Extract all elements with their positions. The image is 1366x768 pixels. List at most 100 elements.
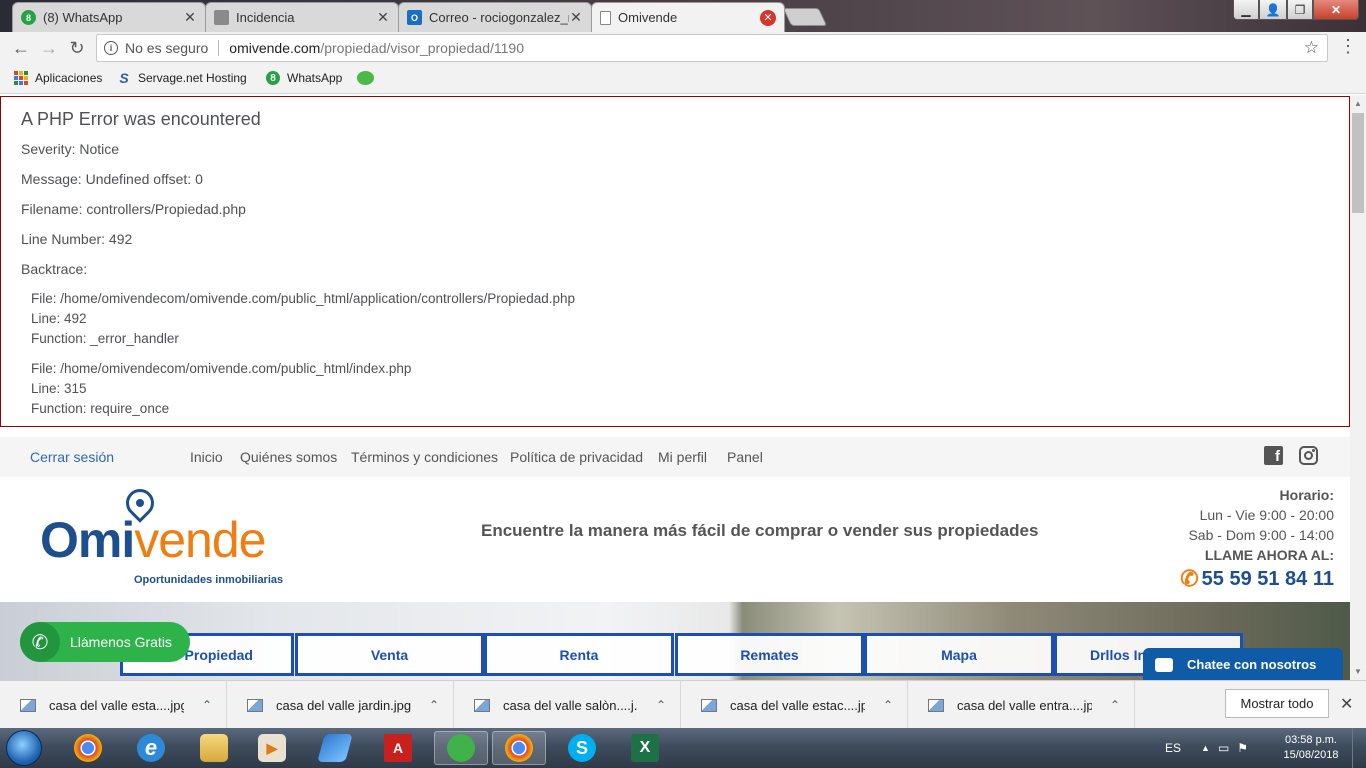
close-tab-icon[interactable]: ✕: [760, 9, 776, 26]
chevron-up-icon[interactable]: ⌃: [202, 698, 212, 712]
tab-correo[interactable]: O Correo - rociogonzalez_m ✕: [398, 2, 592, 32]
download-item[interactable]: casa del valle salòn....j... ⌃: [454, 681, 681, 729]
close-downloads-icon[interactable]: ✕: [1340, 694, 1353, 714]
header-tagline: Encuentre la manera más fácil de comprar…: [481, 521, 1039, 540]
phone-text: 55 59 51 84 11: [1201, 568, 1334, 590]
phone-number[interactable]: ✆ 55 59 51 84 11: [1180, 565, 1334, 593]
tab-label: (8) WhatsApp: [43, 10, 123, 25]
taskbar-ie[interactable]: e: [124, 731, 178, 765]
start-button[interactable]: [6, 730, 42, 766]
error-message: Message: Undefined offset: 0: [21, 171, 203, 187]
chrome-icon: [74, 734, 102, 762]
language-indicator[interactable]: ES: [1165, 741, 1181, 755]
nav-quienes-somos[interactable]: Quiénes somos: [240, 449, 337, 465]
omivende-logo[interactable]: Omivende Oportunidades inmobiliarias: [40, 483, 300, 589]
show-desktop-button[interactable]: [1352, 728, 1366, 768]
tab-incidencia[interactable]: Incidencia ✕: [205, 2, 399, 32]
close-tab-icon[interactable]: ✕: [376, 9, 390, 26]
bookmark-wechat[interactable]: [357, 71, 381, 85]
backtrace-file: File: /home/omivendecom/omivende.com/pub…: [31, 291, 576, 306]
scroll-up-arrow-icon[interactable]: ▲: [1354, 99, 1362, 108]
backtrace-function: Function: require_once: [31, 401, 170, 416]
bookmark-servage[interactable]: S Servage.net Hosting: [117, 70, 246, 86]
error-severity: Severity: Notice: [21, 141, 120, 157]
browser-toolbar: ← → ↻ i No es seguro omivende.com /propi…: [0, 32, 1366, 64]
tray-expand-icon[interactable]: ▲: [1201, 743, 1210, 753]
scroll-down-arrow-icon[interactable]: ▼: [1354, 667, 1362, 676]
download-item[interactable]: casa del valle esta....jpg ⌃: [0, 681, 227, 729]
close-tab-icon[interactable]: ✕: [569, 9, 583, 26]
nav-privacidad[interactable]: Política de privacidad: [510, 449, 643, 465]
reload-icon[interactable]: ↻: [65, 36, 89, 60]
facebook-icon[interactable]: f: [1264, 446, 1283, 465]
tab-label: Omivende: [618, 10, 678, 25]
instagram-icon[interactable]: [1299, 446, 1318, 465]
bookmark-label: Aplicaciones: [35, 71, 103, 85]
address-bar[interactable]: i No es seguro omivende.com /propiedad/v…: [96, 34, 1328, 62]
bookmark-aplicaciones[interactable]: Aplicaciones: [14, 71, 102, 85]
tab-whatsapp[interactable]: 8 (8) WhatsApp ✕: [12, 2, 206, 32]
category-venta[interactable]: Venta: [295, 633, 484, 676]
taskbar-pen-app[interactable]: [308, 731, 362, 765]
nav-inicio[interactable]: Inicio: [190, 449, 223, 465]
category-remates[interactable]: Remates: [675, 633, 864, 676]
info-icon[interactable]: i: [104, 41, 118, 55]
chat-widget-button[interactable]: Chatee con nosotros: [1143, 648, 1343, 680]
page-viewport: A PHP Error was encountered Severity: No…: [0, 95, 1366, 680]
download-item[interactable]: casa del valle estac....jpg ⌃: [681, 681, 908, 729]
nav-panel[interactable]: Panel: [727, 449, 763, 465]
taskbar-chrome[interactable]: [61, 731, 115, 765]
bookmark-whatsapp[interactable]: 8 WhatsApp: [266, 71, 342, 85]
phone-icon: ✆: [20, 622, 60, 662]
url-path: /propiedad/visor_propiedad/1190: [320, 40, 524, 56]
forward-icon[interactable]: →: [37, 36, 61, 60]
taskbar-acrobat[interactable]: A: [371, 731, 425, 765]
divider: [218, 40, 220, 56]
taskbar-excel[interactable]: X: [618, 731, 672, 765]
chevron-up-icon[interactable]: ⌃: [1110, 698, 1120, 712]
download-item[interactable]: casa del valle jardin.jpg ⌃: [227, 681, 454, 729]
new-tab-button[interactable]: [782, 8, 828, 26]
browser-menu-icon[interactable]: ⋮: [1339, 36, 1357, 57]
clock-date: 15/08/2018: [1283, 749, 1339, 761]
category-renta[interactable]: Renta: [484, 633, 674, 676]
bookmark-star-icon[interactable]: ☆: [1304, 38, 1319, 58]
action-center-flag-icon[interactable]: ⚑: [1237, 741, 1248, 755]
tab-omivende[interactable]: Omivende ✕: [591, 2, 785, 32]
logout-link[interactable]: Cerrar sesión: [30, 449, 114, 465]
chevron-up-icon[interactable]: ⌃: [656, 698, 666, 712]
taskbar-explorer[interactable]: [187, 731, 241, 765]
close-tab-icon[interactable]: ✕: [183, 9, 197, 26]
apps-grid-icon: [14, 71, 28, 85]
page-scrollbar[interactable]: ▲ ▼: [1350, 95, 1366, 680]
nav-mi-perfil[interactable]: Mi perfil: [658, 449, 707, 465]
pen-app-icon: [317, 734, 353, 762]
phone-ringing-icon: ✆: [1180, 566, 1199, 591]
taskbar-chrome-active[interactable]: [492, 731, 546, 765]
download-item[interactable]: casa del valle entra....jpg ⌃: [908, 681, 1135, 729]
chat-label: Chatee con nosotros: [1187, 657, 1317, 672]
chevron-up-icon[interactable]: ⌃: [883, 698, 893, 712]
taskbar-media[interactable]: ▶: [245, 731, 299, 765]
taskbar-wechat[interactable]: [434, 731, 488, 765]
show-all-downloads-button[interactable]: Mostrar todo: [1225, 689, 1329, 718]
user-profile-button[interactable]: 👤: [1259, 0, 1287, 20]
scrollbar-thumb[interactable]: [1352, 113, 1364, 213]
nav-terminos[interactable]: Términos y condiciones: [351, 449, 498, 465]
image-file-icon: [474, 698, 490, 712]
close-window-button[interactable]: ✕: [1313, 0, 1359, 20]
back-icon[interactable]: ←: [9, 36, 33, 60]
system-clock[interactable]: 03:58 p.m. 15/08/2018: [1276, 733, 1346, 763]
minimize-window-button[interactable]: ▁: [1233, 0, 1259, 20]
category-mapa[interactable]: Mapa: [864, 633, 1054, 676]
image-file-icon: [928, 698, 944, 712]
security-label[interactable]: No es seguro: [125, 40, 208, 56]
chevron-up-icon[interactable]: ⌃: [429, 698, 439, 712]
network-icon[interactable]: ▭: [1218, 741, 1229, 755]
skype-icon: S: [568, 734, 596, 762]
backtrace-file: File: /home/omivendecom/omivende.com/pub…: [31, 361, 412, 376]
backtrace-line: Line: 315: [31, 381, 87, 396]
maximize-window-button[interactable]: ❐: [1287, 0, 1313, 20]
taskbar-skype[interactable]: S: [555, 731, 609, 765]
call-free-button[interactable]: ✆ Llámenos Gratis: [20, 622, 190, 662]
